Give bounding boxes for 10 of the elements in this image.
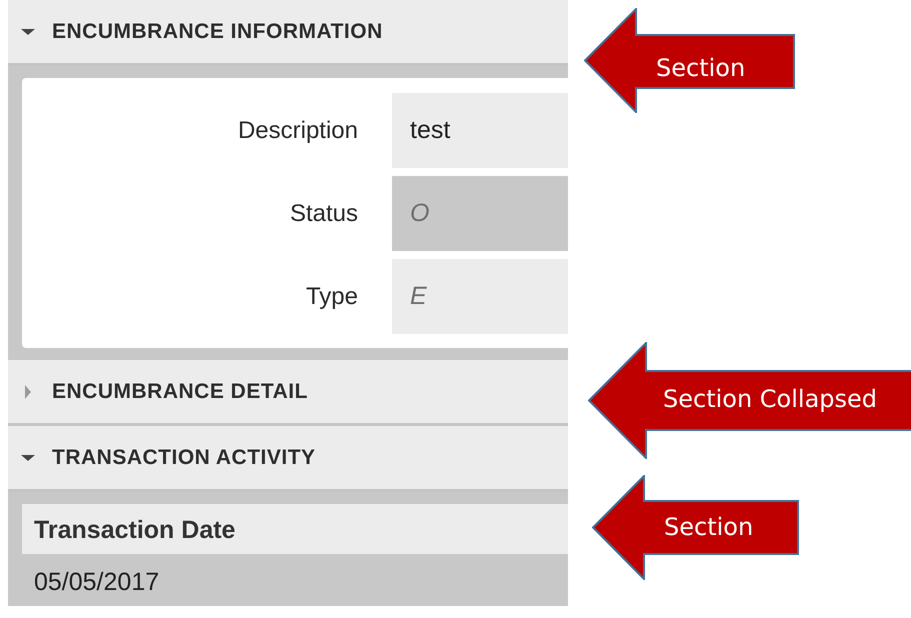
table-cell-text: 05/05/2017 [33, 567, 160, 598]
callout-label: Section Collapsed [663, 384, 878, 415]
field-label: Description [236, 116, 358, 146]
callout-label: Section [664, 512, 754, 543]
field-value[interactable]: test [392, 93, 568, 168]
field-value[interactable]: E [392, 259, 568, 334]
field-label: Status [288, 198, 358, 228]
field-label: Type [304, 282, 358, 312]
callout-label: Section [656, 53, 746, 84]
column-header: Transaction Date [22, 504, 568, 554]
